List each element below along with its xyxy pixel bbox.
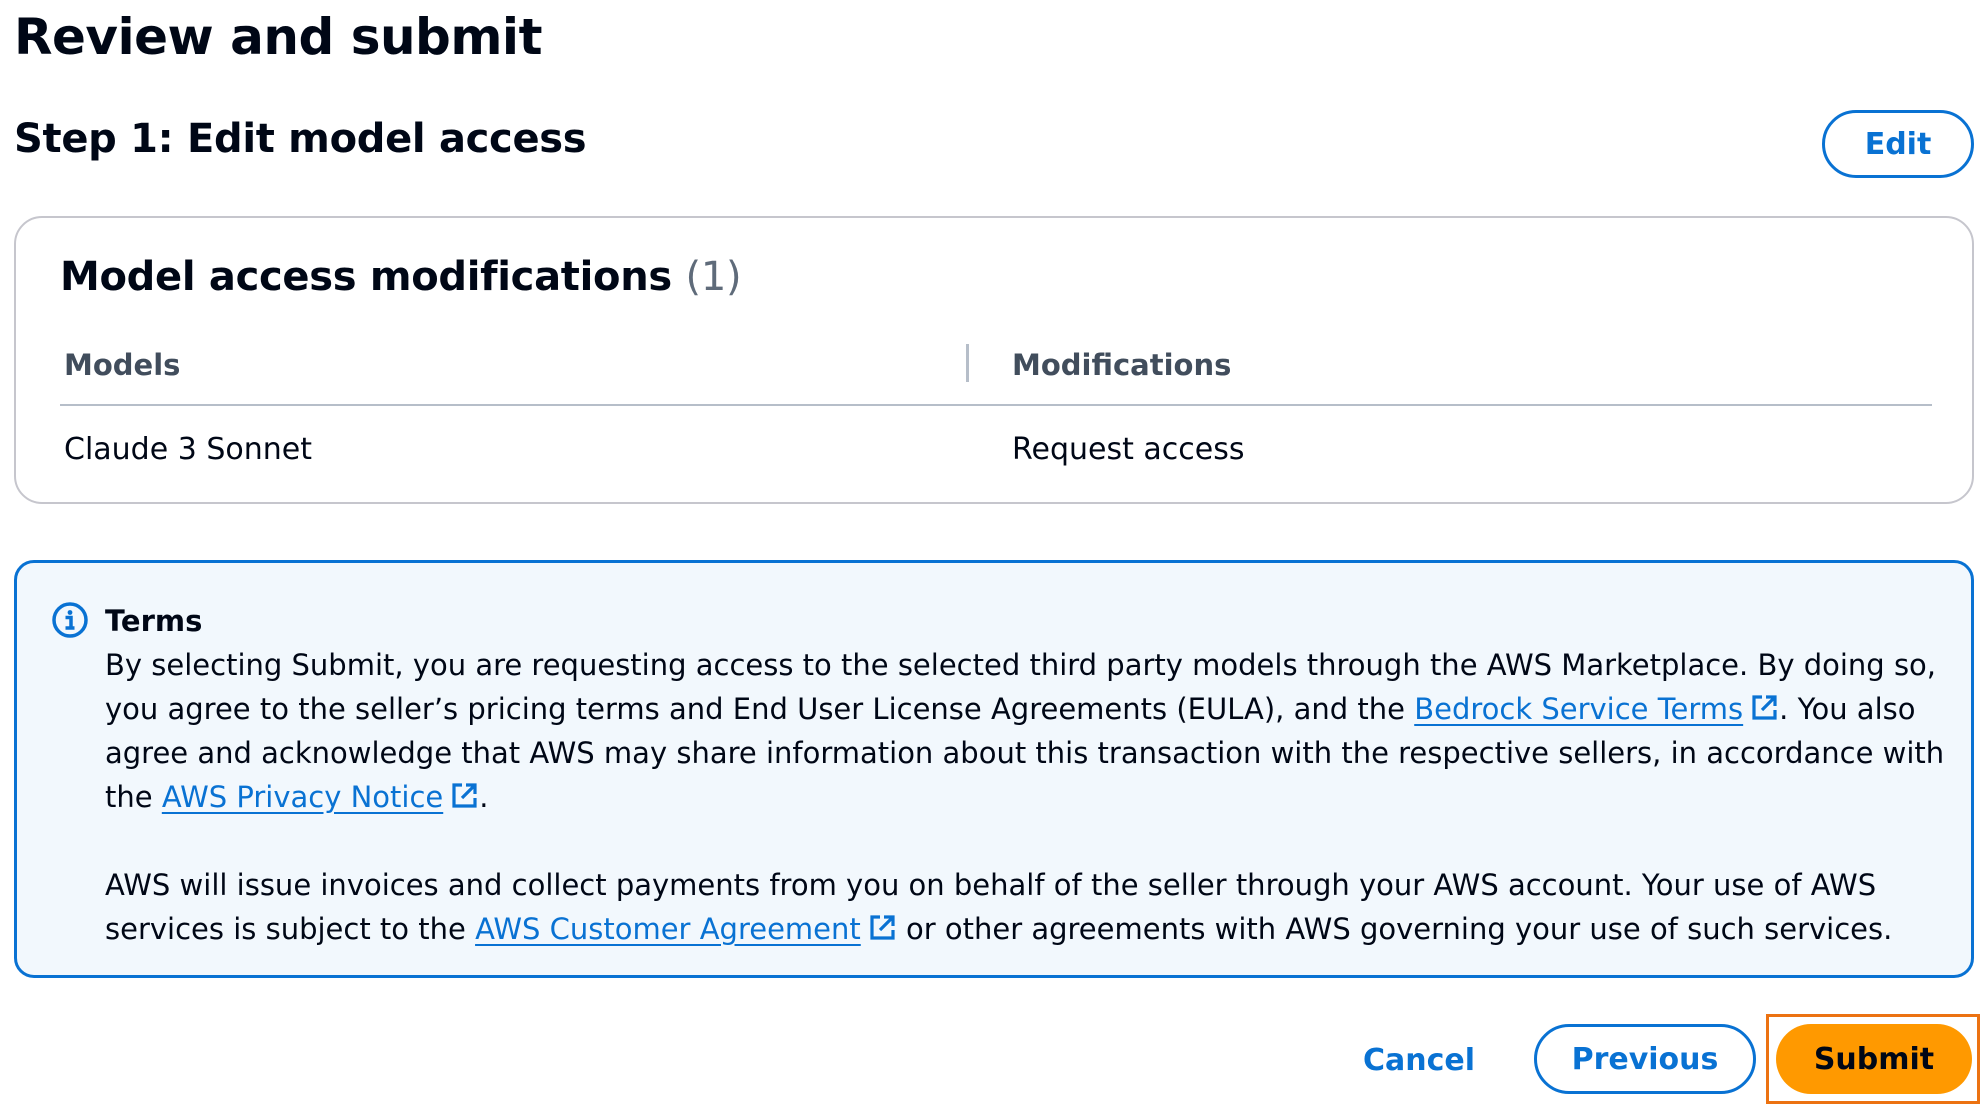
link-text: AWS Privacy Notice bbox=[161, 780, 444, 814]
external-link-icon bbox=[870, 915, 895, 940]
table-cell-modification: Request access bbox=[1012, 432, 1245, 467]
terms-alert: Terms By selecting Submit, you are reque… bbox=[14, 560, 1974, 978]
edit-button[interactable]: Edit bbox=[1822, 110, 1974, 178]
terms-text: or other agreements with AWS governing y… bbox=[896, 912, 1893, 946]
info-icon bbox=[52, 602, 88, 638]
terms-heading: Terms bbox=[105, 604, 203, 638]
header-divider bbox=[60, 404, 1932, 406]
page-title: Review and submit bbox=[14, 8, 542, 66]
cancel-button[interactable]: Cancel bbox=[1358, 1030, 1480, 1090]
external-link-icon bbox=[1752, 695, 1777, 720]
card-title-text: Model access modifications bbox=[60, 254, 672, 300]
external-link-icon bbox=[452, 783, 477, 808]
step-title: Step 1: Edit model access bbox=[14, 116, 587, 162]
column-header-modifications: Modifications bbox=[1012, 348, 1232, 382]
aws-customer-agreement-link[interactable]: AWS Customer Agreement bbox=[475, 912, 897, 946]
terms-content: Terms By selecting Submit, you are reque… bbox=[105, 599, 1945, 951]
aws-privacy-notice-link[interactable]: AWS Privacy Notice bbox=[162, 780, 479, 814]
submit-button[interactable]: Submit bbox=[1776, 1024, 1972, 1094]
bedrock-service-terms-link[interactable]: Bedrock Service Terms bbox=[1414, 692, 1779, 726]
link-text: Bedrock Service Terms bbox=[1414, 692, 1744, 726]
model-access-card: Model access modifications (1) Models Mo… bbox=[14, 216, 1974, 504]
column-header-models: Models bbox=[64, 348, 181, 382]
previous-button[interactable]: Previous bbox=[1534, 1024, 1756, 1094]
terms-paragraph-1: By selecting Submit, you are requesting … bbox=[105, 643, 1945, 819]
card-title: Model access modifications (1) bbox=[60, 254, 742, 300]
terms-paragraph-2: AWS will issue invoices and collect paym… bbox=[105, 863, 1945, 951]
card-count: (1) bbox=[685, 254, 742, 300]
table-cell-model: Claude 3 Sonnet bbox=[64, 432, 312, 467]
terms-text: . bbox=[479, 780, 489, 814]
link-text: AWS Customer Agreement bbox=[475, 912, 861, 946]
column-resize-divider[interactable] bbox=[966, 344, 969, 382]
